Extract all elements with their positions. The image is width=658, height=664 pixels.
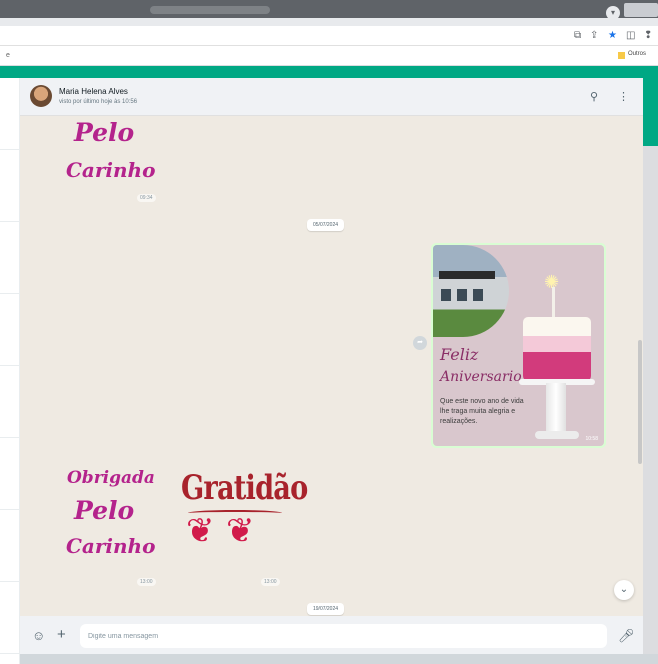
sticker-text-line: Obrigada <box>67 468 155 488</box>
share-icon[interactable]: ⇪ <box>590 30 598 41</box>
install-icon[interactable]: ⧉ <box>574 30 581 41</box>
contact-status: visto por último hoje às 10:56 <box>59 99 138 105</box>
message-time: 09:34 <box>137 194 156 202</box>
tab-strip <box>0 18 658 26</box>
address-bar[interactable]: ⧉ ⇪ ★ ◫ ❢ <box>0 26 658 46</box>
app-top-band <box>0 66 658 78</box>
app-side-band <box>643 66 658 146</box>
cake <box>523 317 591 381</box>
birthday-card-image[interactable]: ✺ Feliz Aniversario Que este novo ano de… <box>433 245 604 446</box>
scrollbar[interactable] <box>638 340 642 464</box>
attach-icon[interactable]: + <box>57 626 66 643</box>
bookmark-folder-label[interactable]: Outros <box>628 51 646 57</box>
bookmark-fragment: e <box>6 52 10 59</box>
bottom-strip <box>20 654 658 664</box>
window-controls[interactable] <box>624 3 658 17</box>
sticker-text-line: Carinho <box>66 534 156 558</box>
date-separator: 05/07/2024 <box>307 219 345 231</box>
sidepanel-icon[interactable]: ◫ <box>626 30 635 41</box>
sticker-text-line: Pelo <box>74 496 135 525</box>
message-input[interactable] <box>80 624 607 648</box>
search-icon[interactable]: ⚲ <box>590 90 598 103</box>
avatar[interactable] <box>30 85 52 107</box>
card-title-line: Feliz <box>440 345 479 364</box>
message-time: 10:58 <box>585 436 598 442</box>
chat-list-pane <box>0 78 20 664</box>
message-time: 13:00 <box>137 578 156 586</box>
star-icon[interactable]: ★ <box>608 30 617 41</box>
image-message[interactable]: ✺ Feliz Aniversario Que este novo ano de… <box>431 243 606 448</box>
chat-list-dividers <box>0 78 20 664</box>
contact-name[interactable]: Maria Helena Alves <box>59 87 128 96</box>
emoji-icon[interactable]: ☺ <box>32 628 45 643</box>
sticker-text-line: Pelo <box>74 118 135 147</box>
card-title-line: Aniversario <box>440 369 522 385</box>
sticker-text-line: Carinho <box>66 158 156 182</box>
extension-icon[interactable]: ❢ <box>644 30 652 41</box>
bookmarks-bar: e Outros <box>0 46 658 66</box>
butterfly-icon: ❦ <box>186 512 215 550</box>
window-title-blurred <box>150 6 270 14</box>
chevron-down-icon[interactable]: ⌄ <box>614 580 634 600</box>
message-time: 13:00 <box>261 578 280 586</box>
mic-icon[interactable]: 🎤︎ <box>618 628 635 644</box>
card-message: Que este novo ano de vida lhe traga muit… <box>440 398 524 425</box>
conversation-header[interactable]: Maria Helena Alves visto por último hoje… <box>20 78 643 116</box>
folder-icon[interactable] <box>618 52 625 59</box>
menu-icon[interactable]: ⋮ <box>618 90 629 103</box>
candle <box>552 287 555 317</box>
date-separator: 19/07/2024 <box>307 603 345 615</box>
sticker-text: Gratidão <box>181 468 308 508</box>
conversation-pane: Maria Helena Alves visto por último hoje… <box>20 78 643 664</box>
house-photo <box>433 245 509 337</box>
forward-icon[interactable]: ➦ <box>413 336 427 350</box>
butterfly-icon: ❦ <box>226 512 255 550</box>
